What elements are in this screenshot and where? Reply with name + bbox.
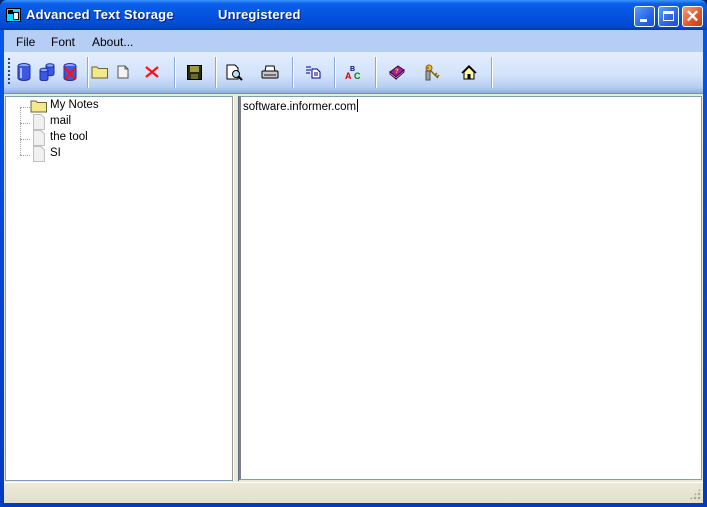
minimize-button[interactable] xyxy=(634,6,655,27)
tree-item-the-tool[interactable]: the tool xyxy=(6,130,232,146)
print-button[interactable] xyxy=(258,60,282,84)
spell-check-icon: BA C xyxy=(345,66,361,80)
help-book-icon: ? xyxy=(389,65,405,80)
delete-database-icon xyxy=(63,63,77,81)
close-button[interactable]: ✕ xyxy=(682,6,703,27)
spell-check-button[interactable]: BAC xyxy=(342,60,366,84)
toolbar-separator xyxy=(215,57,217,88)
home-icon xyxy=(461,64,477,79)
save-button[interactable] xyxy=(182,60,206,84)
tree-item-label: the tool xyxy=(50,131,88,143)
note-editor[interactable]: software.informer.com xyxy=(239,96,702,480)
svg-text:A: A xyxy=(345,71,352,80)
svg-text:C: C xyxy=(354,71,361,80)
app-window: Advanced Text Storage Unregistered ✕ Fil… xyxy=(0,0,707,507)
window-title: Advanced Text Storage xyxy=(26,7,174,22)
document-icon xyxy=(117,65,129,79)
print-preview-button[interactable] xyxy=(223,60,247,84)
tree-item-label: My Notes xyxy=(50,99,99,111)
help-button[interactable]: ? xyxy=(385,60,409,84)
title-bar[interactable]: Advanced Text Storage Unregistered ✕ xyxy=(0,0,707,30)
document-icon xyxy=(33,146,45,162)
tree-item-my-notes[interactable]: My Notes xyxy=(6,98,232,114)
notes-tree[interactable]: My Notes mail the tool SI xyxy=(5,96,233,481)
new-storage-button[interactable] xyxy=(12,60,36,84)
tree-item-mail[interactable]: mail xyxy=(6,114,232,130)
register-button[interactable] xyxy=(421,60,445,84)
keys-icon xyxy=(425,64,440,81)
printer-icon xyxy=(261,65,279,78)
editor-text: software.informer.com xyxy=(243,101,357,113)
homepage-button[interactable] xyxy=(457,60,481,84)
menu-font[interactable]: Font xyxy=(51,35,75,49)
toolbar-separator xyxy=(174,57,176,88)
folder-icon xyxy=(30,100,47,113)
delete-item-button[interactable] xyxy=(140,60,164,84)
open-storage-button[interactable] xyxy=(35,60,59,84)
client-area: File Font About... B A C ? My Notes mail… xyxy=(4,30,703,503)
copy-button[interactable] xyxy=(301,60,325,84)
document-icon xyxy=(33,114,45,130)
editor-content[interactable]: software.informer.com xyxy=(243,99,359,113)
close-icon: ✕ xyxy=(685,7,700,26)
folder-icon xyxy=(91,66,108,79)
toolbar: BAC ? xyxy=(4,52,703,94)
menu-about[interactable]: About... xyxy=(92,35,133,49)
status-bar xyxy=(4,482,703,503)
app-icon[interactable] xyxy=(6,8,21,22)
new-note-button[interactable] xyxy=(111,60,135,84)
toolbar-separator xyxy=(292,57,294,88)
resize-grip[interactable] xyxy=(689,488,701,500)
menu-file[interactable]: File xyxy=(16,35,35,49)
text-caret xyxy=(357,99,359,112)
svg-text:?: ? xyxy=(395,69,399,75)
menu-bar: File Font About... xyxy=(4,30,703,52)
database-icon xyxy=(17,63,31,81)
delete-x-icon xyxy=(145,66,159,78)
toolbar-grip[interactable] xyxy=(8,58,10,86)
document-icon xyxy=(33,130,45,146)
tree-item-label: mail xyxy=(50,115,72,127)
tree-item-label: SI xyxy=(50,147,61,159)
toolbar-separator xyxy=(491,57,493,88)
toolbar-separator xyxy=(375,57,377,88)
registration-status: Unregistered xyxy=(218,7,301,22)
toolbar-separator xyxy=(334,57,336,88)
print-preview-icon xyxy=(226,64,243,81)
floppy-disk-icon xyxy=(186,64,202,80)
delete-storage-button[interactable] xyxy=(58,60,82,84)
tree-item-si[interactable]: SI xyxy=(6,146,232,162)
multiple-databases-icon xyxy=(39,63,55,81)
maximize-button[interactable] xyxy=(658,6,679,27)
new-folder-button[interactable] xyxy=(88,60,112,84)
copy-icon xyxy=(306,66,321,79)
